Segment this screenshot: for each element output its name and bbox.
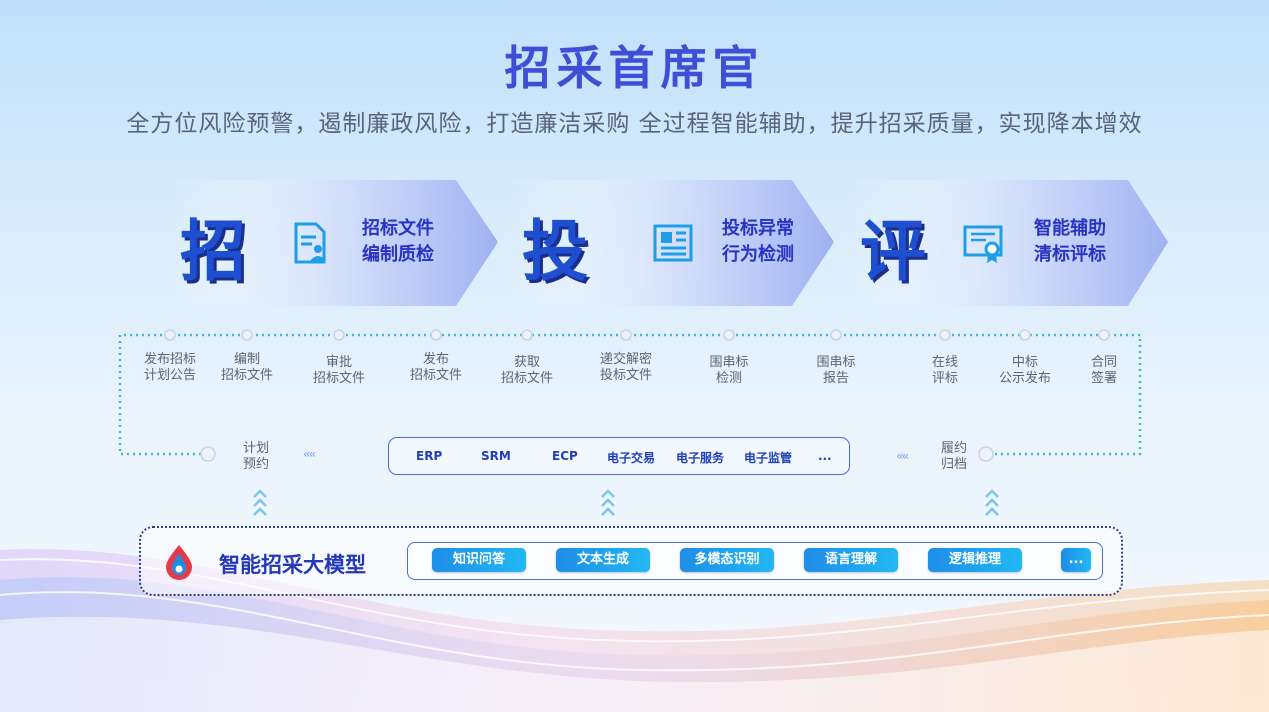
chevron-up-icon [253, 489, 267, 516]
capability-more: ... [1061, 548, 1091, 572]
system-e-service: 电子服务 [676, 451, 725, 465]
banner-ping-line1: 智能辅助 [1034, 218, 1106, 239]
flow-node [939, 329, 951, 341]
chevron-left-icon: ‹‹‹‹ [896, 449, 909, 463]
flow-node [241, 329, 253, 341]
flow-node [830, 329, 842, 341]
system-e-supervision: 电子监管 [744, 451, 793, 465]
chevron-left-icon: ‹‹‹‹ [303, 447, 316, 461]
flow-step: 围串标 报告 [816, 355, 856, 386]
flow-node [333, 329, 345, 341]
flow-step: 合同 签署 [1090, 355, 1117, 386]
system-e-trading: 电子交易 [607, 451, 656, 465]
flow-step: 中标 公示发布 [998, 355, 1051, 386]
capability-language: 语言理解 [804, 548, 898, 572]
chevron-up-icon [985, 489, 999, 516]
system-srm: SRM [481, 449, 511, 463]
system-ecp: ECP [552, 449, 578, 463]
model-title: 智能招采大模型 [219, 553, 366, 577]
banner-ping-text: 智能辅助 清标评标 [1034, 216, 1106, 268]
chevron-up-icon [601, 489, 615, 516]
newspaper-icon [653, 224, 693, 262]
capability-qa: 知识问答 [432, 548, 526, 572]
flow-node [620, 329, 632, 341]
flow-step-start: 计划 预约 [242, 441, 269, 472]
flow-step: 递交解密 投标文件 [599, 352, 652, 383]
banner-zhao-line2: 编制质检 [362, 244, 434, 265]
flow-step: 围串标 检测 [709, 355, 749, 386]
flow-step: 编制 招标文件 [220, 352, 273, 383]
capability-multimodal: 多模态识别 [680, 548, 774, 572]
capability-text-gen: 文本生成 [556, 548, 650, 572]
banner-tou-text: 投标异常 行为检测 [722, 216, 794, 268]
banner-tou-line1: 投标异常 [722, 218, 794, 239]
stage-char-zhao: 招 [180, 212, 246, 290]
system-more: ... [818, 449, 832, 463]
model-logo-icon [166, 545, 192, 580]
stage-char-tou: 投 [522, 212, 588, 290]
flow-step-end: 履约 归档 [940, 441, 967, 472]
page-title: 招采首席官 [504, 41, 765, 95]
stage-char-ping: 评 [860, 212, 926, 290]
system-erp: ERP [416, 449, 443, 463]
flow-step: 在线 评标 [931, 355, 958, 386]
flow-node [430, 329, 442, 341]
banner-zhao-text: 招标文件 编制质检 [362, 216, 434, 268]
page-subtitle: 全方位风险预警，遏制廉政风险，打造廉洁采购 全过程智能辅助，提升招采质量，实现降… [126, 111, 1143, 137]
banner-tou-line2: 行为检测 [722, 244, 794, 265]
flow-node [164, 329, 176, 341]
flow-step: 获取 招标文件 [500, 355, 553, 386]
certificate-icon [963, 225, 1003, 263]
flow-node [1098, 329, 1110, 341]
capability-reasoning: 逻辑推理 [928, 548, 1022, 572]
banner-zhao-line1: 招标文件 [362, 218, 434, 239]
flow-node [521, 329, 533, 341]
flow-node [1019, 329, 1031, 341]
banner-ping-line2: 清标评标 [1034, 244, 1106, 265]
flow-step: 审批 招标文件 [312, 355, 365, 386]
flow-node [723, 329, 735, 341]
flow-step: 发布招标 计划公告 [143, 352, 196, 383]
flow-node-start [200, 446, 216, 462]
document-user-icon [294, 222, 326, 264]
flow-step: 发布 招标文件 [409, 352, 462, 383]
